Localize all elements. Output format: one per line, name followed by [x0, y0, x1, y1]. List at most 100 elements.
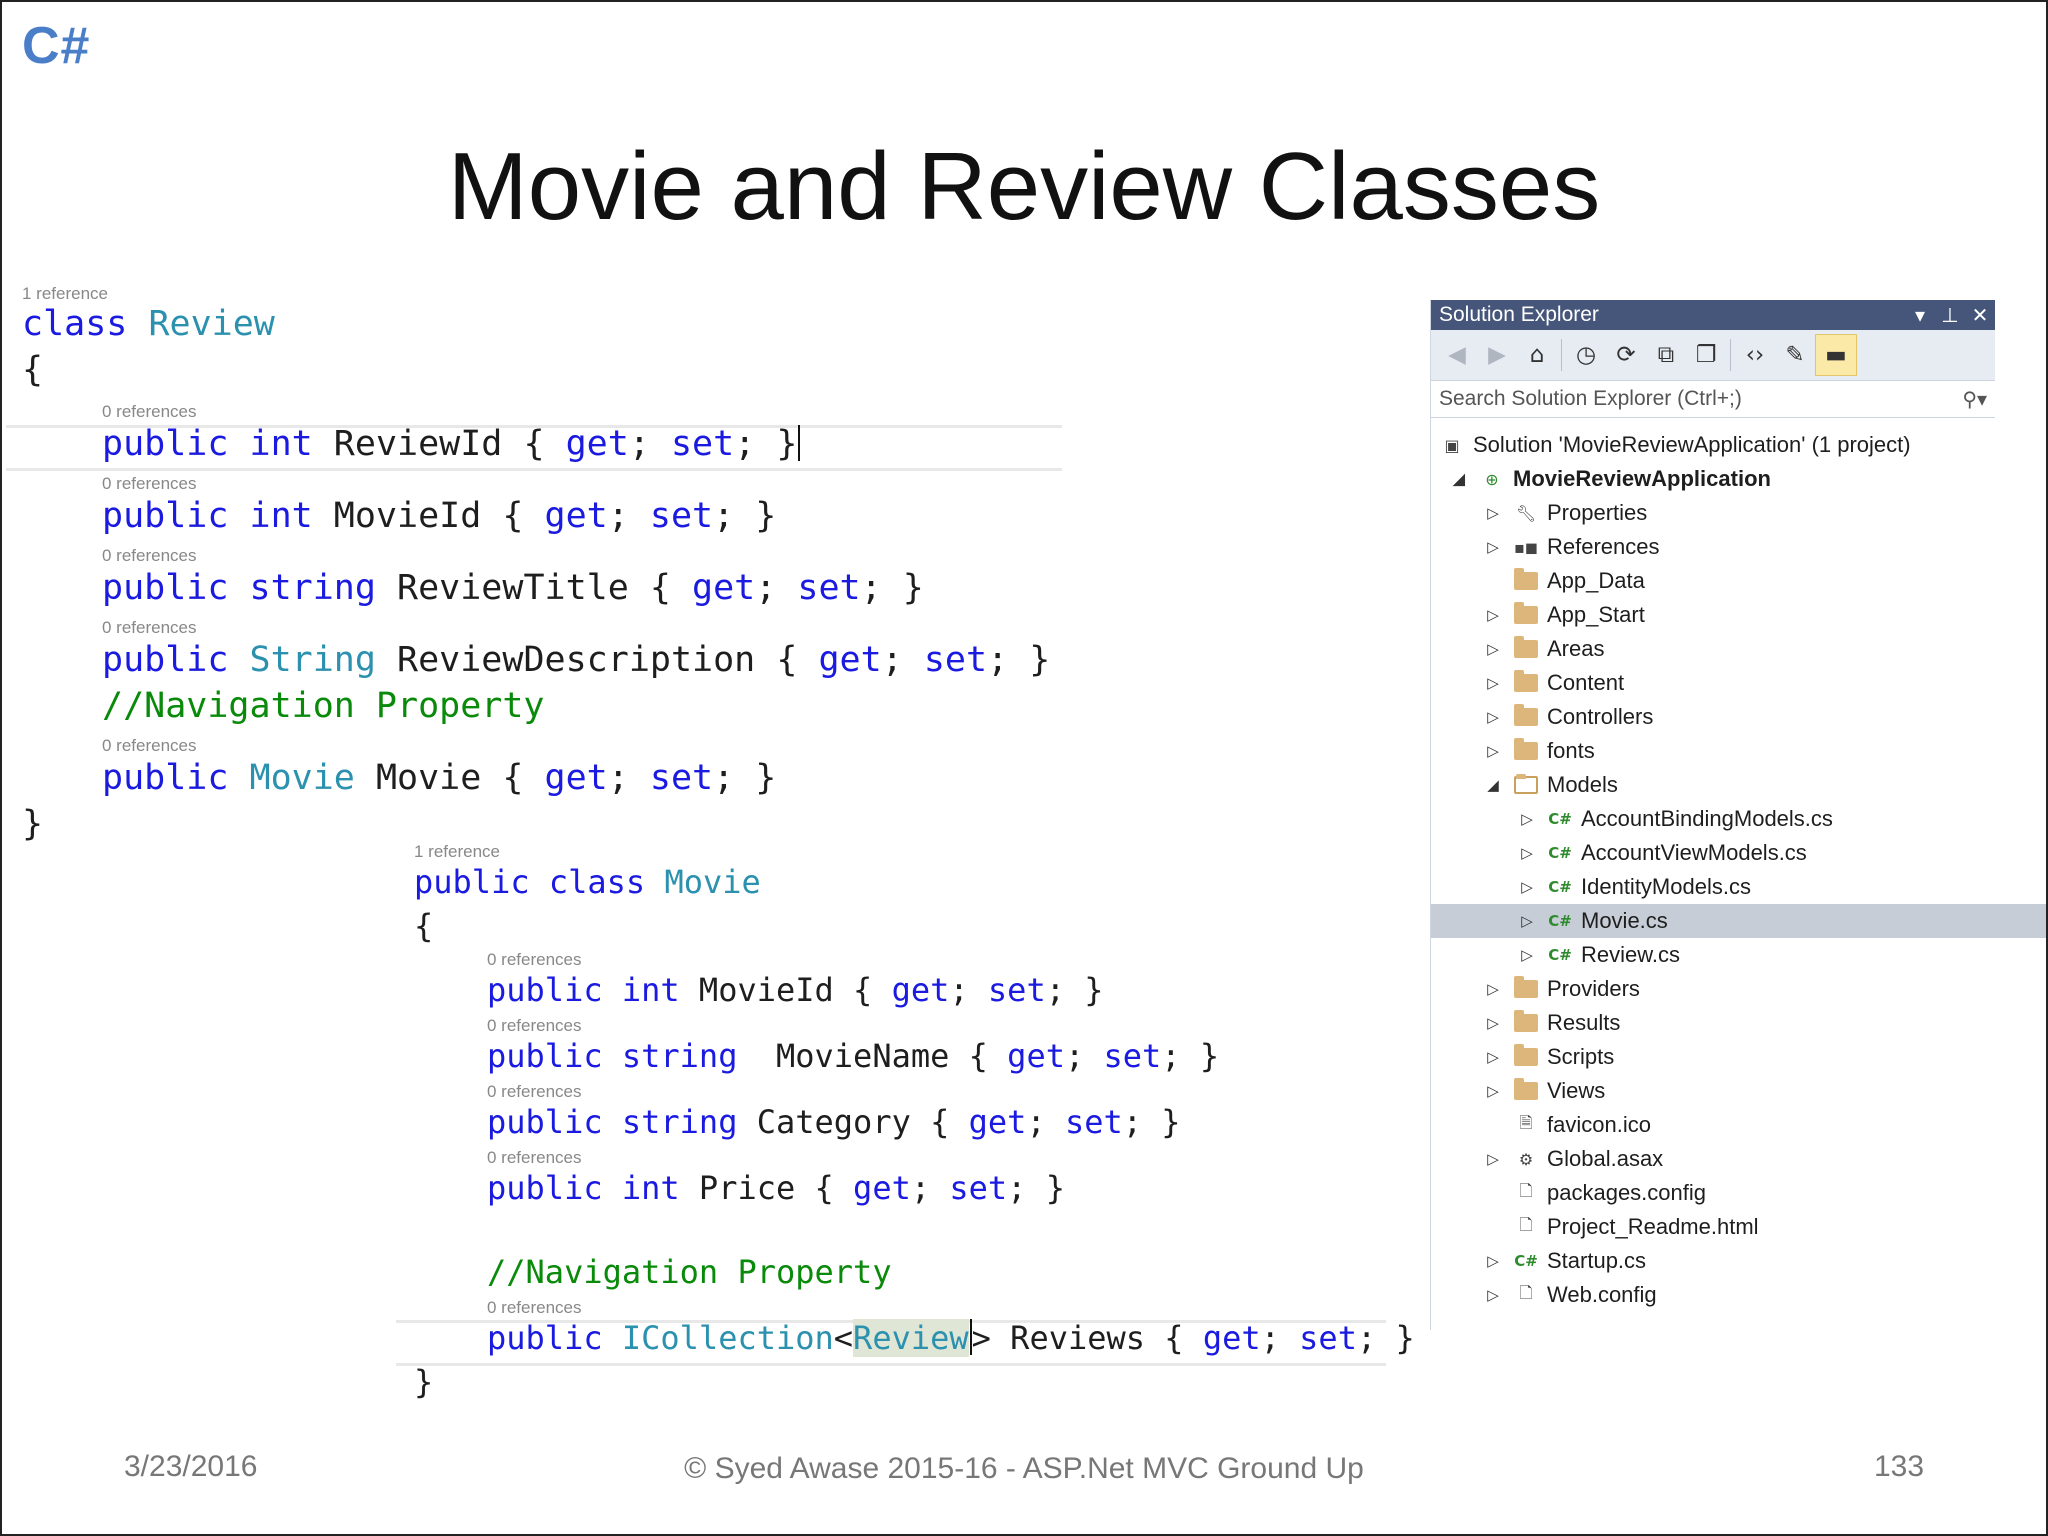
collapsed-arrow-icon[interactable]: ▷: [1483, 708, 1503, 726]
collapsed-arrow-icon[interactable]: ▷: [1483, 980, 1503, 998]
tree-item-folder[interactable]: ▷ Scripts: [1431, 1040, 2046, 1074]
sync-icon[interactable]: ⟳: [1606, 335, 1646, 375]
collapsed-arrow-icon[interactable]: ▷: [1483, 538, 1503, 556]
preview-selected-icon[interactable]: ▬: [1815, 334, 1857, 376]
collapsed-arrow-icon[interactable]: ▷: [1483, 674, 1503, 692]
csharp-file-icon: C#: [1548, 844, 1572, 862]
collapsed-arrow-icon[interactable]: ▷: [1483, 1252, 1503, 1270]
collapsed-arrow-icon[interactable]: ▷: [1517, 810, 1537, 828]
code-line-property: public int ReviewId { get; set; }: [102, 424, 801, 464]
csharp-file-icon: C#: [1548, 912, 1572, 930]
footer-page-number: 133: [1874, 1450, 1925, 1483]
solution-explorer-search[interactable]: Search Solution Explorer (Ctrl+;) ⚲▾: [1431, 381, 1995, 418]
tree-item-folder[interactable]: ▷ Areas: [1431, 632, 2046, 666]
show-all-files-icon[interactable]: ❐: [1686, 335, 1726, 375]
csharp-file-icon: C#: [1548, 946, 1572, 964]
slide-title: Movie and Review Classes: [447, 133, 1601, 240]
code-lens-reference[interactable]: 0 references: [487, 1082, 582, 1102]
tree-item-folder[interactable]: ▷ Views: [1431, 1074, 2046, 1108]
tree-item-file[interactable]: 🗋 Project_Readme.html: [1431, 1210, 2046, 1244]
tree-item-project[interactable]: ◢ ⊕ MovieReviewApplication: [1431, 462, 2013, 496]
folder-icon: [1513, 636, 1539, 662]
collapsed-arrow-icon[interactable]: ▷: [1483, 742, 1503, 760]
folder-icon: [1513, 976, 1539, 1002]
code-lens-reference[interactable]: 0 references: [487, 950, 582, 970]
tree-item-file[interactable]: 🗋 packages.config: [1431, 1176, 2046, 1210]
tree-item-file[interactable]: ▷ C# Startup.cs: [1431, 1244, 2046, 1278]
collapsed-arrow-icon[interactable]: ▷: [1517, 878, 1537, 896]
collapsed-arrow-icon[interactable]: ▷: [1483, 1150, 1503, 1168]
code-lens-reference[interactable]: 0 references: [487, 1016, 582, 1036]
collapsed-arrow-icon[interactable]: ▷: [1483, 504, 1503, 522]
code-lens-reference[interactable]: 0 references: [487, 1148, 582, 1168]
collapsed-arrow-icon[interactable]: ▷: [1483, 606, 1503, 624]
tree-item-folder[interactable]: ▷ Content: [1431, 666, 2046, 700]
tree-item-file[interactable]: ▷ C# Review.cs: [1431, 938, 2046, 972]
tree-item-folder-models[interactable]: ◢ Models: [1431, 768, 2046, 802]
code-lens-reference[interactable]: 1 reference: [22, 284, 108, 304]
folder-icon: [1513, 602, 1539, 628]
collapsed-arrow-icon[interactable]: ▷: [1483, 1048, 1503, 1066]
asax-file-icon: ⚙: [1518, 1149, 1534, 1169]
properties-wrench-icon[interactable]: ✎: [1775, 335, 1815, 375]
tree-item-file[interactable]: ▷ C# AccountViewModels.cs: [1431, 836, 2046, 870]
dropdown-icon[interactable]: ▾: [1905, 303, 1935, 328]
code-lens-reference[interactable]: 0 references: [102, 736, 197, 756]
collapsed-arrow-icon[interactable]: ▷: [1517, 912, 1537, 930]
tree-item-file-selected[interactable]: ▷ C# Movie.cs: [1431, 904, 2046, 938]
wrench-icon: 🔧︎: [1515, 503, 1537, 523]
csharp-logo: C#: [22, 17, 91, 75]
code-lens-reference[interactable]: 1 reference: [414, 842, 500, 862]
tree-item-solution[interactable]: ▣ Solution 'MovieReviewApplication' (1 pr…: [1431, 428, 2003, 462]
code-lens-reference[interactable]: 0 references: [102, 618, 197, 638]
pin-icon[interactable]: ⊥: [1935, 303, 1965, 328]
folder-icon: [1513, 670, 1539, 696]
code-close-brace: }: [22, 804, 44, 844]
code-lens-reference[interactable]: 0 references: [102, 474, 197, 494]
history-icon[interactable]: ◷: [1566, 335, 1606, 375]
tree-item-file[interactable]: ▷ ⚙ Global.asax: [1431, 1142, 2046, 1176]
image-file-icon: 🗎: [1519, 1112, 1533, 1132]
expanded-arrow-icon[interactable]: ◢: [1449, 470, 1469, 488]
code-line-property: public string MovieName { get; set; }: [487, 1037, 1220, 1075]
keyword-class: class: [22, 304, 128, 344]
tree-item-folder[interactable]: ▷ fonts: [1431, 734, 2046, 768]
folder-icon: [1513, 738, 1539, 764]
tree-item-file[interactable]: 🗎 favicon.ico: [1431, 1108, 2046, 1142]
collapsed-arrow-icon[interactable]: ▷: [1517, 844, 1537, 862]
collapse-all-icon[interactable]: ⧉: [1646, 335, 1686, 375]
collapsed-arrow-icon[interactable]: ▷: [1483, 640, 1503, 658]
folder-icon: [1513, 1044, 1539, 1070]
collapsed-arrow-icon[interactable]: ▷: [1483, 1082, 1503, 1100]
tree-item-file[interactable]: ▷ C# AccountBindingModels.cs: [1431, 802, 2046, 836]
text-caret: [798, 425, 801, 461]
code-line-class-declaration: class Review: [22, 304, 275, 344]
forward-icon[interactable]: ▶: [1477, 335, 1517, 375]
csharp-file-icon: C#: [1514, 1252, 1538, 1270]
code-lens-reference[interactable]: 0 references: [487, 1298, 582, 1318]
collapsed-arrow-icon[interactable]: ▷: [1517, 946, 1537, 964]
solution-explorer-toolbar: ◀ ▶ ⌂ ◷ ⟳ ⧉ ❐ ‹› ✎ ▬: [1431, 330, 1995, 381]
tree-item-folder[interactable]: ▷ Controllers: [1431, 700, 2046, 734]
view-code-icon[interactable]: ‹›: [1735, 335, 1775, 375]
tree-item-properties[interactable]: ▷ 🔧︎ Properties: [1431, 496, 2046, 530]
tree-item-file[interactable]: ▷ 🗋 Web.config: [1431, 1278, 2046, 1312]
tree-item-file[interactable]: ▷ C# IdentityModels.cs: [1431, 870, 2046, 904]
tree-item-folder[interactable]: ▷ Providers: [1431, 972, 2046, 1006]
csharp-file-icon: C#: [1548, 878, 1572, 896]
tree-item-references[interactable]: ▷ ▪◼ References: [1431, 530, 2046, 564]
home-icon[interactable]: ⌂: [1517, 335, 1557, 375]
highlighted-symbol[interactable]: Review: [853, 1319, 969, 1357]
tree-item-folder[interactable]: App_Data: [1431, 564, 2046, 598]
search-input[interactable]: Search Solution Explorer (Ctrl+;): [1439, 387, 1962, 411]
tree-item-folder[interactable]: ▷ Results: [1431, 1006, 2046, 1040]
code-lens-reference[interactable]: 0 references: [102, 546, 197, 566]
code-lens-reference[interactable]: 0 references: [102, 402, 197, 422]
close-icon[interactable]: ✕: [1965, 303, 1995, 328]
collapsed-arrow-icon[interactable]: ▷: [1483, 1014, 1503, 1032]
tree-item-folder[interactable]: ▷ App_Start: [1431, 598, 2046, 632]
back-icon[interactable]: ◀: [1437, 335, 1477, 375]
expanded-arrow-icon[interactable]: ◢: [1483, 776, 1503, 794]
search-icon[interactable]: ⚲▾: [1962, 387, 1987, 411]
collapsed-arrow-icon[interactable]: ▷: [1483, 1286, 1503, 1304]
